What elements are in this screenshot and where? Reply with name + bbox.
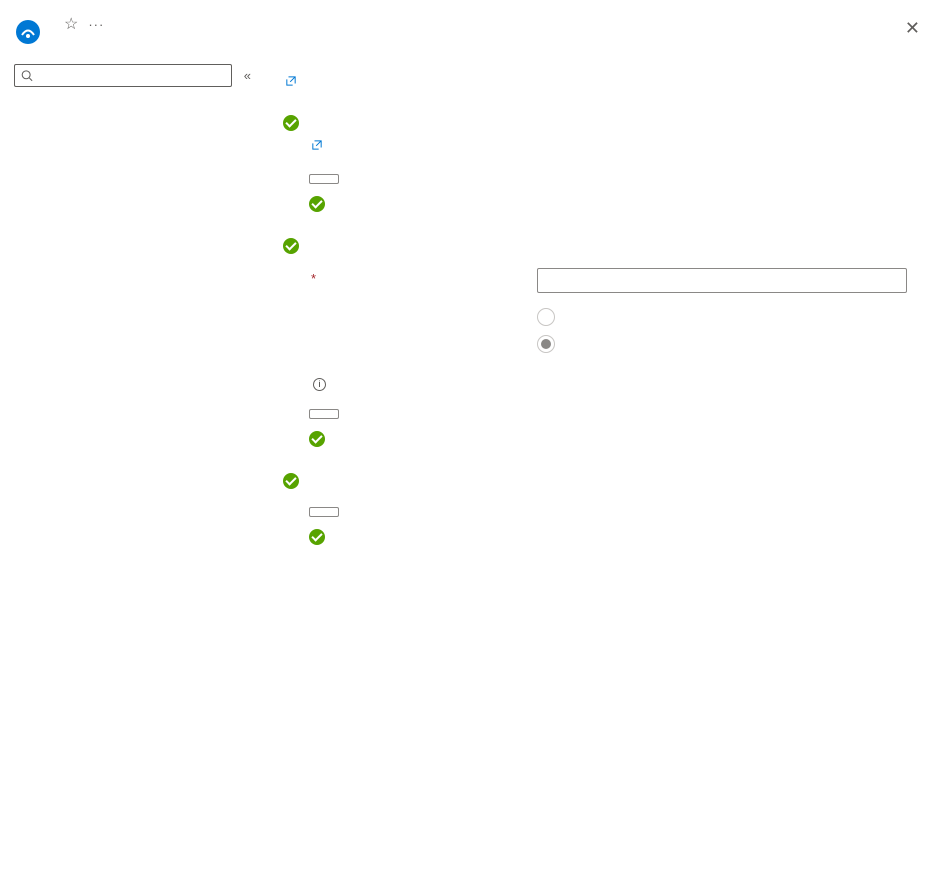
name-label: * [309, 268, 537, 286]
check-icon [283, 238, 299, 254]
validate-button[interactable] [309, 174, 339, 184]
step1-learn-more-link[interactable] [309, 138, 322, 153]
step1-desc [309, 137, 918, 156]
collapse-sidebar-icon[interactable]: « [240, 64, 255, 87]
enable-button[interactable] [309, 507, 339, 517]
sidebar: « [0, 54, 261, 886]
waf-label: i [309, 373, 537, 391]
check-icon [309, 529, 325, 545]
prepare-button[interactable] [309, 409, 339, 419]
close-icon[interactable]: ✕ [901, 14, 924, 43]
more-icon[interactable]: ··· [88, 17, 104, 32]
search-input[interactable] [14, 64, 232, 87]
info-icon[interactable]: i [313, 378, 326, 391]
tier-standard-radio[interactable] [537, 308, 555, 326]
frontdoor-resource-icon [14, 18, 42, 46]
check-icon [283, 115, 299, 131]
check-icon [309, 431, 325, 447]
favorite-icon[interactable]: ☆ [64, 14, 78, 34]
check-icon [283, 473, 299, 489]
name-input[interactable] [537, 268, 907, 293]
learn-more-link[interactable] [283, 74, 296, 89]
main-content: * [261, 54, 940, 886]
check-icon [309, 196, 325, 212]
tier-label [309, 307, 537, 310]
search-icon [21, 69, 34, 83]
tier-premium-radio[interactable] [537, 335, 555, 353]
